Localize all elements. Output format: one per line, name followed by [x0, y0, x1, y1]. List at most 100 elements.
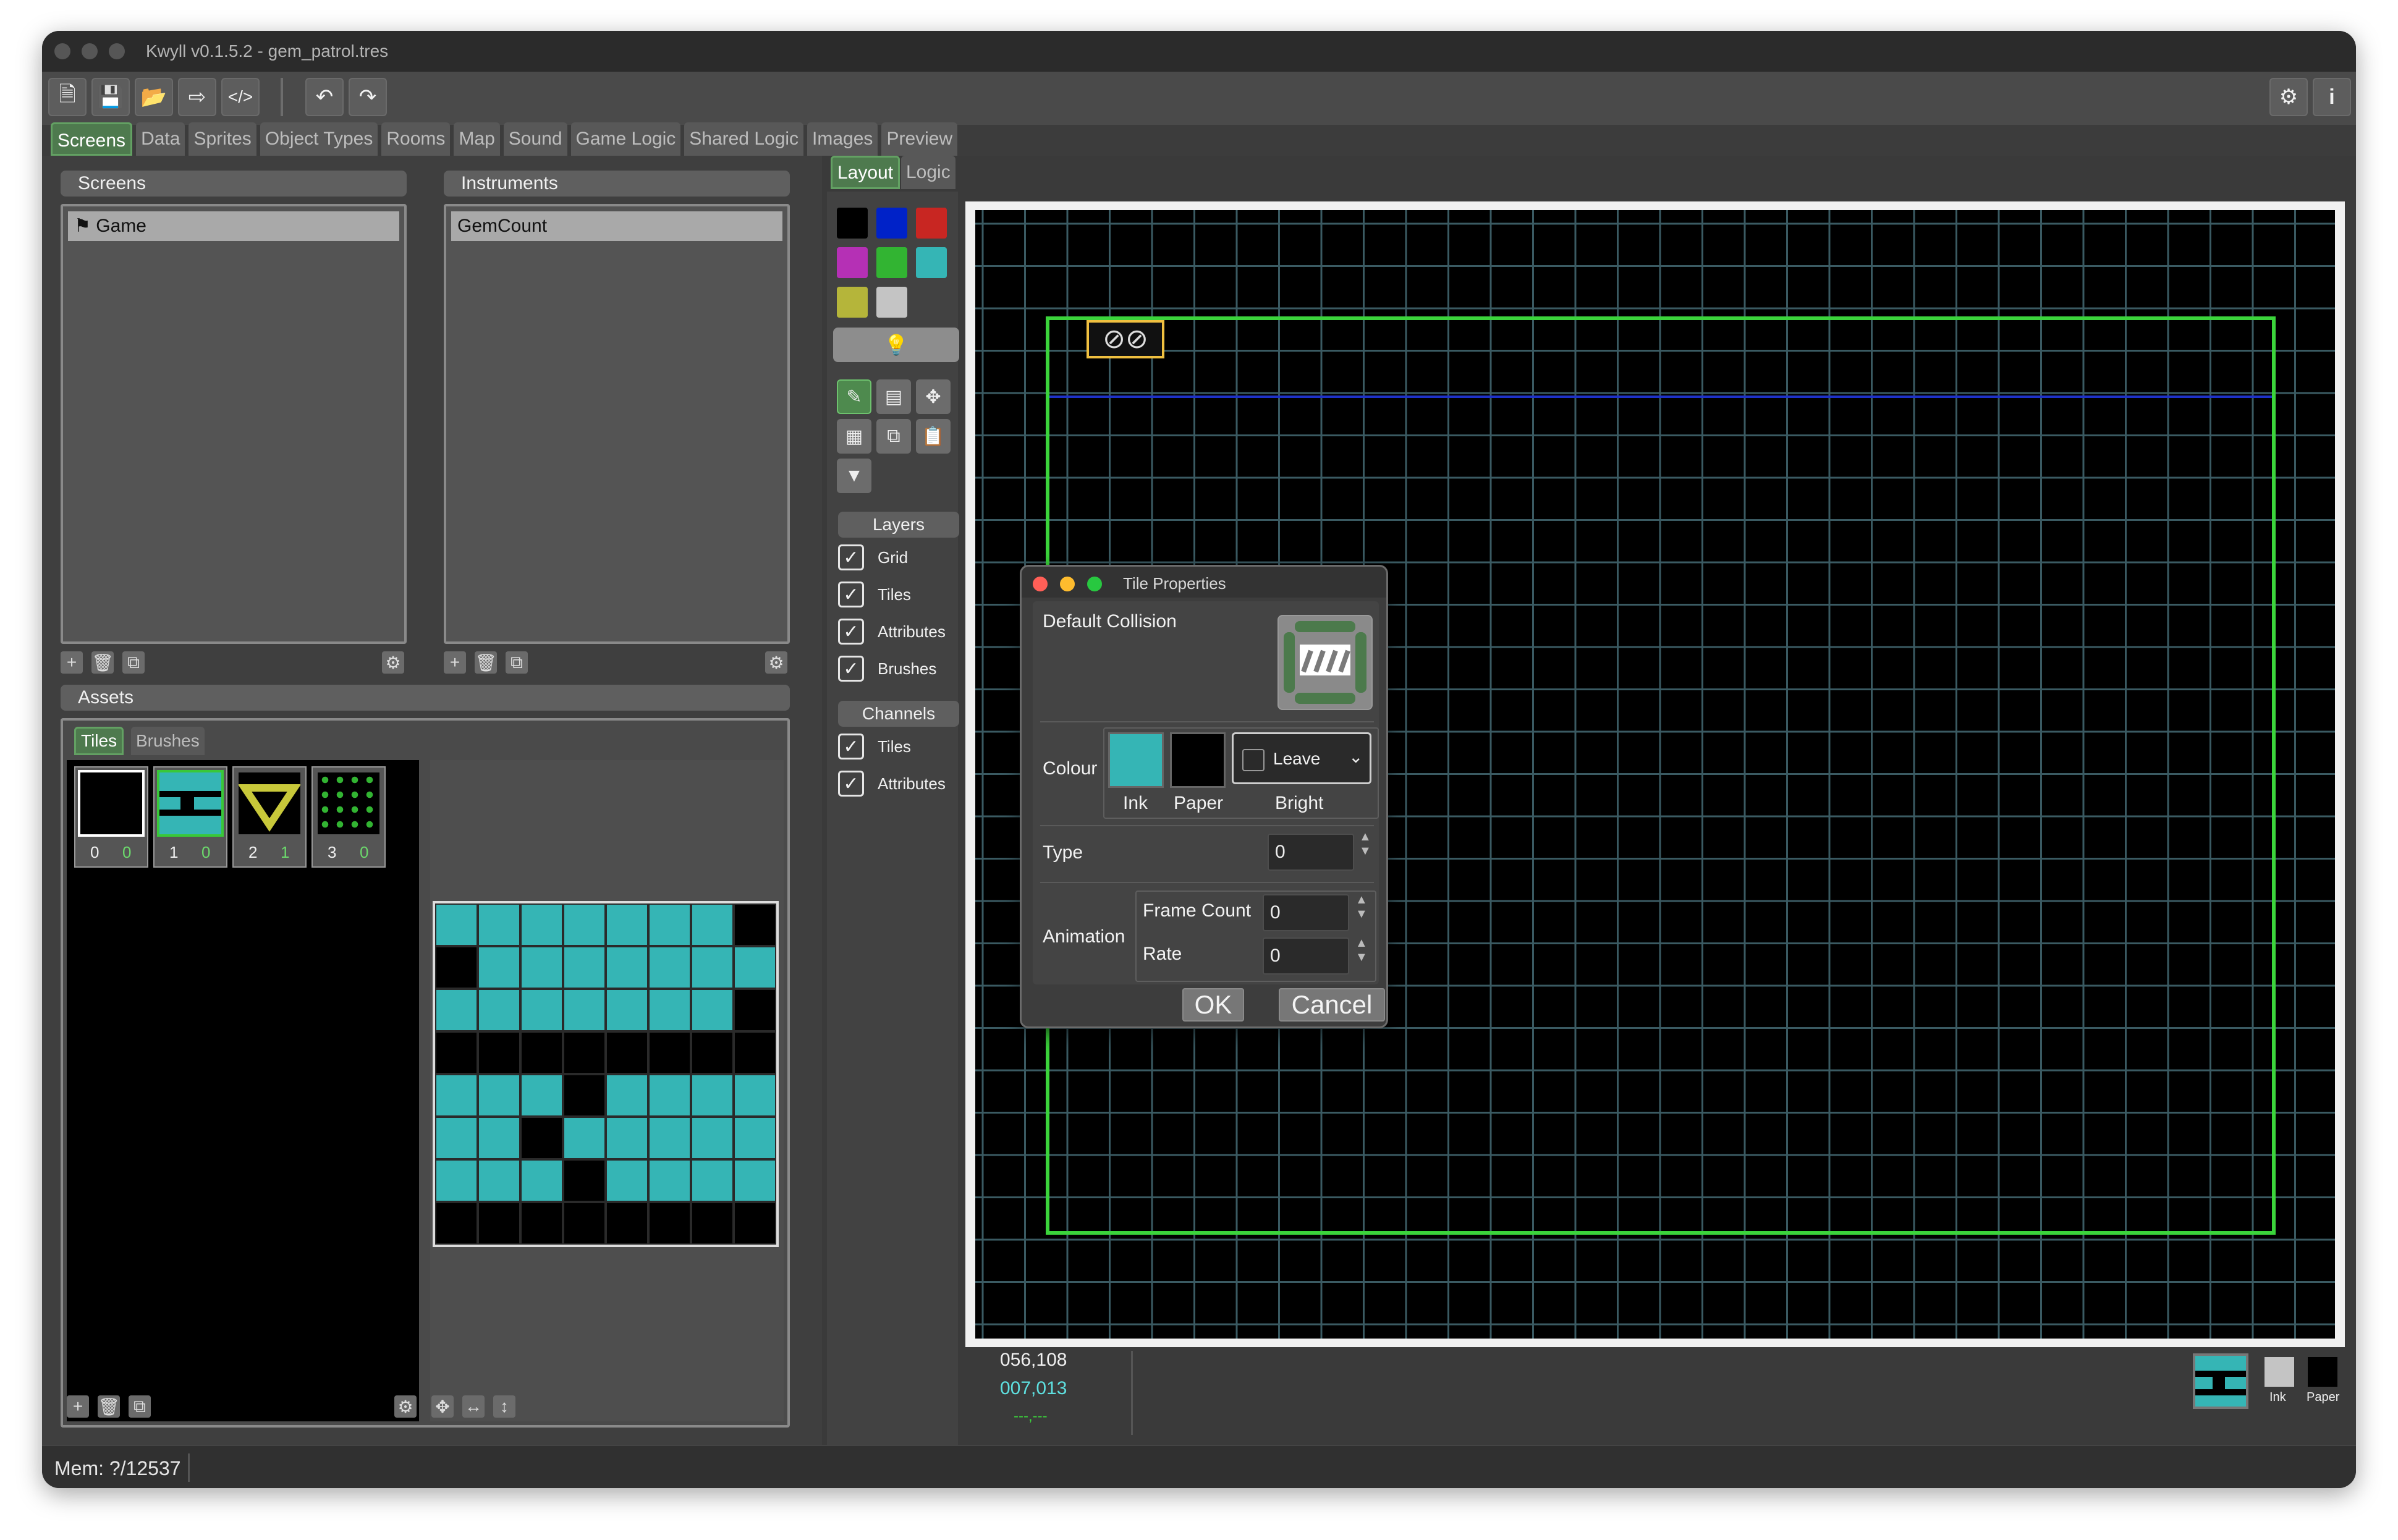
tile-pixel[interactable] [648, 1117, 691, 1159]
new-file-icon[interactable]: 🗎 [48, 78, 87, 116]
tile-pixel[interactable] [606, 903, 648, 946]
code-icon[interactable]: </> [221, 78, 260, 116]
tile-pixel[interactable] [691, 1202, 734, 1245]
delete-screen-button[interactable]: 🗑 [91, 651, 114, 674]
tile-pixel[interactable] [520, 1202, 563, 1245]
list-item[interactable]: ⚑ Game [68, 211, 399, 241]
tile-pixel[interactable] [520, 946, 563, 989]
undo-icon[interactable]: ↶ [305, 78, 344, 116]
tile-pixel[interactable] [606, 1031, 648, 1074]
layer-attributes-checkbox[interactable]: ✓ Attributes [838, 618, 946, 645]
tile-pixel[interactable] [478, 903, 520, 946]
tile-pixel[interactable] [734, 1159, 776, 1202]
info-icon[interactable]: i [2313, 78, 2351, 116]
tab-shared-logic[interactable]: Shared Logic [684, 122, 804, 156]
tile-pixel[interactable] [691, 1031, 734, 1074]
delete-instrument-button[interactable]: 🗑 [475, 651, 497, 674]
ink-colour-button[interactable] [1108, 732, 1164, 788]
tile-pixel[interactable] [520, 1074, 563, 1117]
tab-brushes[interactable]: Brushes [131, 727, 205, 755]
tile-thumb-3[interactable]: 3 0 [311, 766, 386, 868]
select-image-icon[interactable]: ▦ [837, 419, 871, 454]
tile-pixel[interactable] [691, 989, 734, 1031]
export-icon[interactable]: ⇨ [178, 78, 216, 116]
duplicate-tile-button[interactable]: ⧉ [129, 1395, 151, 1418]
dialog-zoom-button[interactable] [1087, 577, 1102, 591]
list-item[interactable]: GemCount [451, 211, 782, 241]
redo-icon[interactable]: ↷ [349, 78, 387, 116]
tile-pixel[interactable] [648, 989, 691, 1031]
instruments-list[interactable]: GemCount [444, 204, 790, 644]
paper-colour-button[interactable] [1170, 732, 1226, 788]
tile-pixel[interactable] [435, 1202, 478, 1245]
channel-tiles-checkbox[interactable]: ✓ Tiles [838, 733, 911, 760]
rate-field[interactable]: 0 [1263, 937, 1349, 975]
flip-vertical-icon[interactable]: ↕ [493, 1395, 515, 1418]
tile-pixel[interactable] [435, 989, 478, 1031]
collision-type-button[interactable] [1277, 615, 1373, 710]
tab-logic[interactable]: Logic [901, 156, 955, 189]
tile-pixel[interactable] [520, 1117, 563, 1159]
palette-color-cyan[interactable] [916, 247, 947, 278]
tile-pixel[interactable] [606, 989, 648, 1031]
tile-pixel[interactable] [734, 903, 776, 946]
tile-pixel[interactable] [734, 946, 776, 989]
duplicate-screen-button[interactable]: ⧉ [122, 651, 145, 674]
tab-preview[interactable]: Preview [881, 122, 958, 156]
tile-pixel[interactable] [520, 903, 563, 946]
tile-pixel[interactable] [734, 989, 776, 1031]
tile-pixel[interactable] [648, 1074, 691, 1117]
tile-pixel-editor[interactable] [433, 901, 779, 1247]
dialog-close-button[interactable] [1033, 577, 1048, 591]
palette-color-blue[interactable] [876, 208, 907, 239]
tile-pixel[interactable] [563, 1074, 606, 1117]
bright-lightbulb-icon[interactable]: 💡 [833, 328, 959, 362]
tile-pixel[interactable] [563, 1117, 606, 1159]
tile-pixel[interactable] [648, 903, 691, 946]
pencil-icon[interactable]: ✎ [837, 379, 871, 414]
tile-pixel[interactable] [563, 1031, 606, 1074]
tile-pixel[interactable] [734, 1031, 776, 1074]
layer-brushes-checkbox[interactable]: ✓ Brushes [838, 655, 936, 682]
flip-horizontal-icon[interactable]: ↔ [462, 1395, 485, 1418]
tile-pixel[interactable] [520, 989, 563, 1031]
gem-count-instrument[interactable]: ⊘⊘ [1087, 320, 1164, 358]
palette-color-yellow[interactable] [837, 287, 868, 318]
tab-object-types[interactable]: Object Types [260, 122, 378, 156]
tile-pixel[interactable] [648, 1202, 691, 1245]
tile-pixel[interactable] [478, 1074, 520, 1117]
tile-pixel[interactable] [606, 1074, 648, 1117]
type-field[interactable]: 0 [1268, 834, 1354, 871]
layer-tiles-checkbox[interactable]: ✓ Tiles [838, 581, 911, 608]
tile-pixel[interactable] [435, 903, 478, 946]
tab-data[interactable]: Data [136, 122, 185, 156]
stamp-icon[interactable]: ▼ [837, 459, 871, 493]
tile-pixel[interactable] [563, 1202, 606, 1245]
settings-icon[interactable]: ⚙ [2269, 78, 2308, 116]
tile-pixel[interactable] [734, 1074, 776, 1117]
tile-pixel[interactable] [435, 1074, 478, 1117]
add-tile-button[interactable]: + [67, 1395, 89, 1418]
tile-pixel[interactable] [563, 1159, 606, 1202]
move-tool-icon[interactable]: ✥ [916, 379, 951, 414]
paint-roller-icon[interactable]: ▤ [876, 379, 911, 414]
tile-pixel[interactable] [691, 1159, 734, 1202]
minimize-window-button[interactable] [82, 43, 98, 59]
tab-tiles[interactable]: Tiles [74, 727, 124, 755]
type-stepper-icon[interactable]: ▲ ▼ [1359, 830, 1371, 858]
tile-pixel[interactable] [648, 1159, 691, 1202]
tile-pixel[interactable] [606, 1159, 648, 1202]
close-window-button[interactable] [54, 43, 70, 59]
tile-pixel[interactable] [478, 1117, 520, 1159]
instrument-settings-icon[interactable]: ⚙ [765, 651, 787, 674]
move-icon[interactable]: ✥ [431, 1395, 454, 1418]
tile-pixel[interactable] [478, 946, 520, 989]
palette-color-green[interactable] [876, 247, 907, 278]
paste-icon[interactable]: 📋 [916, 419, 951, 454]
tile-thumb-2[interactable]: 2 1 [232, 766, 307, 868]
save-icon[interactable]: 💾 [91, 78, 130, 116]
tile-pixel[interactable] [478, 1031, 520, 1074]
dialog-minimize-button[interactable] [1060, 577, 1075, 591]
tile-pixel[interactable] [563, 903, 606, 946]
rate-stepper-icon[interactable]: ▲ ▼ [1355, 936, 1368, 965]
